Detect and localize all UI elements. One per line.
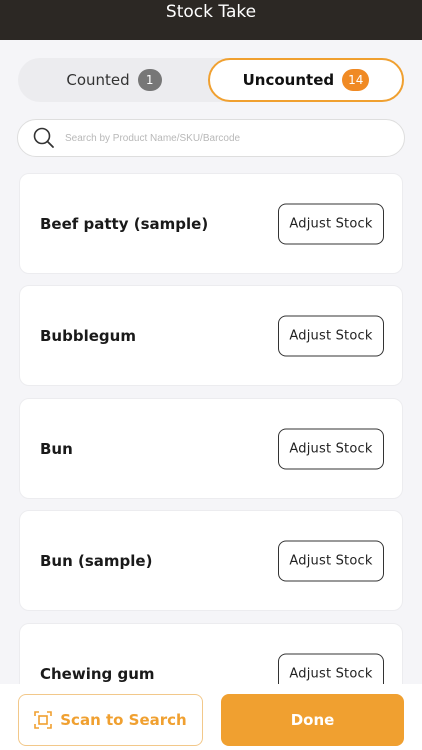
tab-uncounted[interactable]: Uncounted 14 bbox=[208, 58, 404, 102]
list-item: Beef patty (sample) Adjust Stock bbox=[19, 173, 403, 274]
list-item: Chewing gum Adjust Stock bbox=[19, 623, 403, 690]
search-bar[interactable] bbox=[17, 119, 405, 157]
product-list: Beef patty (sample) Adjust Stock Bubbleg… bbox=[19, 173, 403, 690]
product-name: Beef patty (sample) bbox=[40, 214, 209, 233]
list-item: Bun Adjust Stock bbox=[19, 398, 403, 499]
counted-toggle: Counted 1 Uncounted 14 bbox=[18, 58, 404, 102]
product-name: Chewing gum bbox=[40, 664, 155, 683]
footer-bar: Scan to Search Done bbox=[0, 684, 422, 750]
scan-to-search-label: Scan to Search bbox=[60, 711, 187, 729]
tab-counted[interactable]: Counted 1 bbox=[18, 58, 210, 102]
adjust-stock-button[interactable]: Adjust Stock bbox=[278, 540, 384, 581]
done-button[interactable]: Done bbox=[221, 694, 404, 746]
counted-count-badge: 1 bbox=[137, 69, 162, 91]
adjust-stock-button[interactable]: Adjust Stock bbox=[278, 203, 384, 244]
list-item: Bun (sample) Adjust Stock bbox=[19, 510, 403, 611]
product-name: Bun bbox=[40, 439, 73, 458]
done-label: Done bbox=[290, 711, 335, 729]
product-name: Bubblegum bbox=[40, 326, 136, 345]
adjust-stock-button[interactable]: Adjust Stock bbox=[278, 315, 384, 356]
page-title: Stock Take bbox=[165, 2, 257, 22]
tab-uncounted-label: Uncounted bbox=[242, 71, 335, 89]
product-name: Bun (sample) bbox=[40, 551, 153, 570]
header-bar: Stock Take bbox=[0, 0, 422, 40]
uncounted-count-badge: 14 bbox=[342, 69, 370, 91]
scan-icon bbox=[34, 711, 53, 729]
adjust-stock-button[interactable]: Adjust Stock bbox=[278, 428, 384, 469]
search-icon bbox=[33, 127, 54, 148]
list-item: Bubblegum Adjust Stock bbox=[19, 285, 403, 386]
scan-to-search-button[interactable]: Scan to Search bbox=[18, 694, 203, 746]
search-input[interactable] bbox=[65, 132, 404, 144]
tab-counted-label: Counted bbox=[66, 71, 130, 89]
